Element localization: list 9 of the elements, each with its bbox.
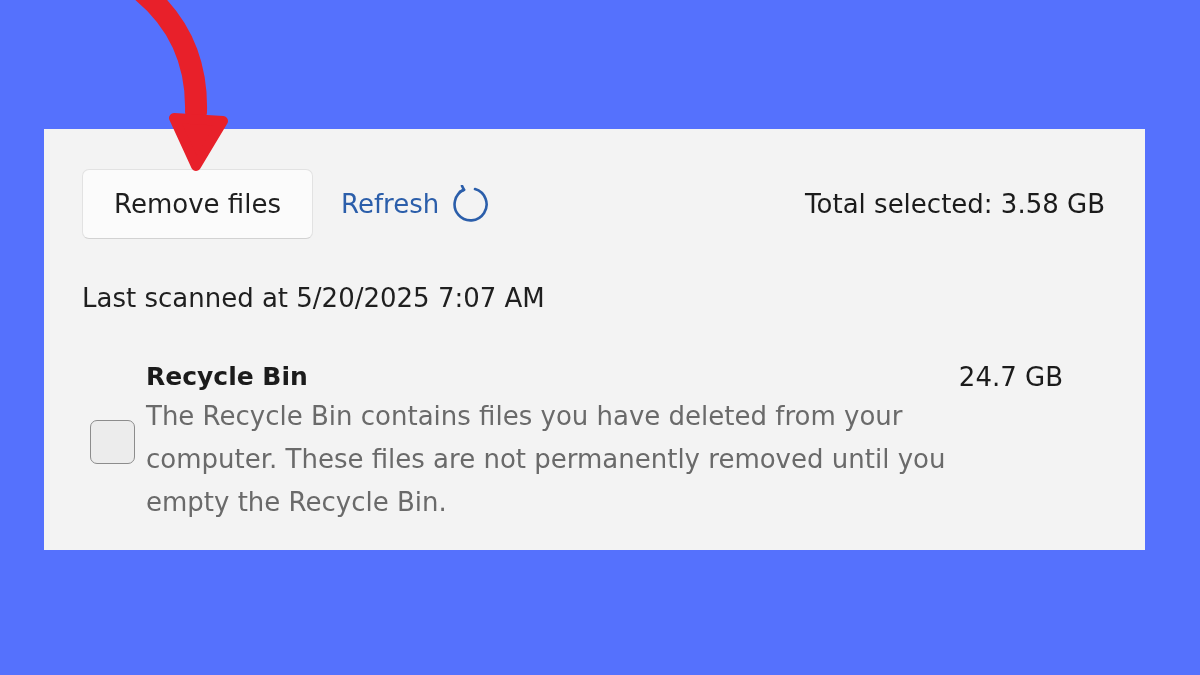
remove-files-button[interactable]: Remove files bbox=[82, 169, 313, 239]
checkbox[interactable] bbox=[90, 419, 135, 464]
refresh-icon bbox=[451, 185, 490, 223]
last-scanned-text: Last scanned at 5/20/2025 7:07 AM bbox=[82, 282, 546, 315]
refresh-link[interactable]: Refresh bbox=[341, 185, 490, 223]
total-selected-text: Total selected: 3.58 GB bbox=[805, 189, 1105, 219]
item-description: The Recycle Bin contains files you have deleted from your computer. These files are not permanently removed until you empty the Recycle Bin. bbox=[146, 400, 947, 519]
item-size-text: 24.7 GB bbox=[958, 361, 1063, 394]
item-title: Recycle Bin bbox=[146, 361, 308, 393]
